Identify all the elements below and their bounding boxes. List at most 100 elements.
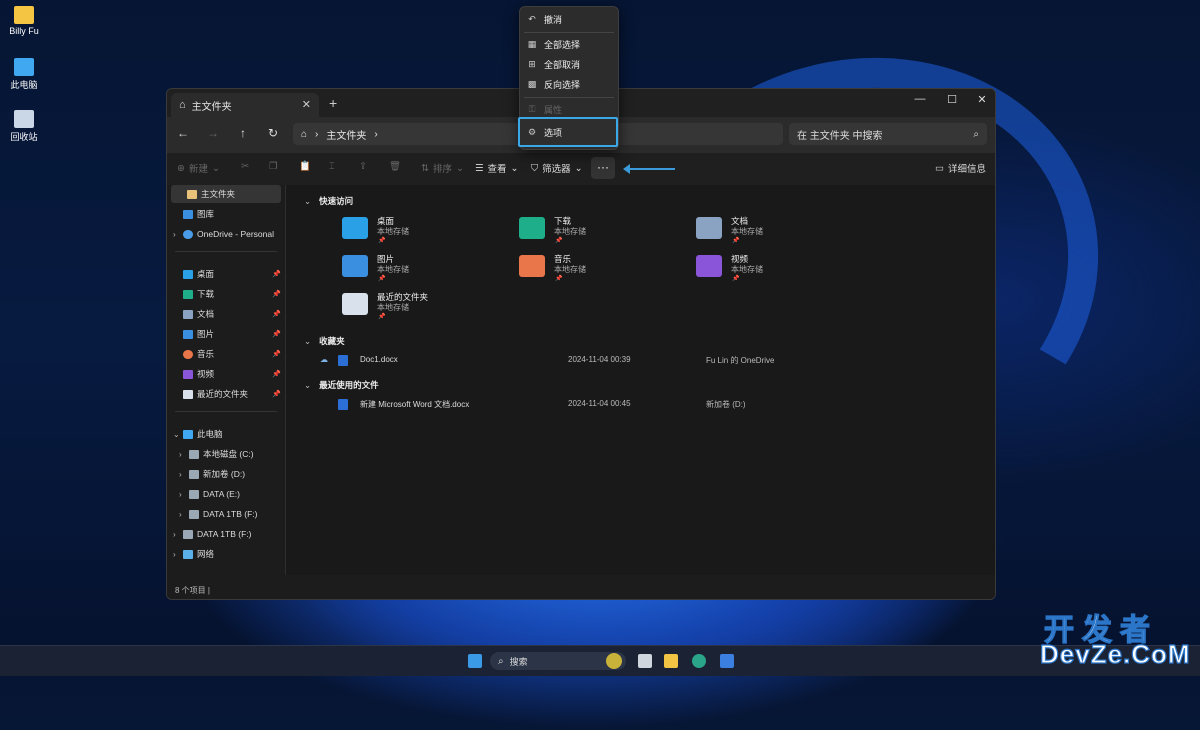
item-location: 本地存储: [554, 265, 586, 274]
rename-icon[interactable]: ⌶: [329, 161, 335, 172]
search-input[interactable]: 在 主文件夹 中搜索 ⌕: [789, 123, 987, 145]
chevron-down-icon: ⌄: [510, 162, 519, 174]
chevron-right-icon[interactable]: ›: [173, 530, 183, 539]
chevron-down-icon[interactable]: ⌄: [304, 196, 311, 207]
gallery-icon: [183, 209, 193, 219]
sidebar-item-videos[interactable]: 视频 📌: [167, 365, 285, 383]
sidebar-item-this-pc[interactable]: ⌄ 此电脑: [167, 425, 285, 443]
sidebar-item-downloads[interactable]: 下载 📌: [167, 285, 285, 303]
file-row[interactable]: ☁ Doc1.docx 2024-11-04 00:39 Fu Lin 的 On…: [300, 355, 980, 371]
forward-button[interactable]: →: [203, 126, 223, 140]
desktop-icon-user-folder[interactable]: Billy Fu: [0, 6, 54, 36]
sort-button[interactable]: ⇅ 排序 ⌄: [421, 161, 464, 176]
sidebar-item-network[interactable]: › 网络: [167, 545, 285, 563]
sidebar-item-recent-folders[interactable]: 最近的文件夹 📌: [167, 385, 285, 403]
desktop-icon-recycle-bin[interactable]: 回收站: [0, 110, 54, 143]
menu-item-invert-selection[interactable]: ▩ 反向选择: [526, 75, 612, 93]
paste-icon[interactable]: 📋: [299, 161, 311, 172]
menu-item-select-none[interactable]: ⊞ 全部取消: [526, 55, 612, 73]
up-button[interactable]: ↑: [233, 126, 253, 140]
filter-button[interactable]: ⛉ 筛选器 ⌄: [531, 161, 583, 176]
breadcrumb-home[interactable]: 主文件夹: [326, 127, 366, 142]
quick-access-item-desktop[interactable]: 桌面 本地存储 📌: [342, 213, 512, 249]
pin-icon: 📌: [555, 276, 563, 282]
minimize-button[interactable]: —: [905, 93, 935, 105]
section-recent[interactable]: ⌄ 最近使用的文件: [304, 379, 379, 391]
close-tab-icon[interactable]: ✕: [302, 98, 311, 111]
close-window-button[interactable]: ✕: [967, 93, 995, 106]
store-icon[interactable]: [720, 654, 734, 668]
chevron-right-icon[interactable]: ›: [179, 470, 189, 479]
view-button[interactable]: ☰ 查看 ⌄: [475, 161, 519, 176]
menu-item-undo[interactable]: ↶ 撤消: [526, 10, 612, 28]
menu-item-select-all[interactable]: ▦ 全部选择: [526, 35, 612, 53]
chevron-right-icon[interactable]: ›: [179, 450, 189, 459]
quick-access-item-recent-folders[interactable]: 最近的文件夹 本地存储 📌: [342, 289, 512, 325]
file-explorer-icon[interactable]: [664, 654, 678, 668]
chevron-right-icon[interactable]: ›: [173, 550, 183, 559]
new-tab-button[interactable]: +: [329, 95, 337, 111]
chevron-right-icon: ›: [315, 128, 319, 140]
search-placeholder: 在 主文件夹 中搜索: [797, 130, 883, 142]
copy-icon[interactable]: ❐: [269, 161, 278, 172]
sidebar-item-label: 此电脑: [197, 429, 223, 439]
file-row[interactable]: 新建 Microsoft Word 文档.docx 2024-11-04 00:…: [300, 399, 980, 415]
quick-access-item-documents[interactable]: 文档 本地存储 📌: [696, 213, 866, 249]
quick-access-item-music[interactable]: 音乐 本地存储 📌: [519, 251, 689, 287]
drive-icon: [183, 529, 193, 539]
item-location: 本地存储: [377, 227, 409, 236]
section-quick-access[interactable]: ⌄ 快速访问: [304, 195, 353, 207]
sidebar-item-desktop[interactable]: 桌面 📌: [167, 265, 285, 283]
task-view-icon[interactable]: [638, 654, 652, 668]
pin-icon: 📌: [272, 351, 281, 358]
chevron-right-icon[interactable]: ›: [173, 230, 183, 239]
cut-icon[interactable]: ✂: [241, 161, 249, 172]
quick-access-item-downloads[interactable]: 下载 本地存储 📌: [519, 213, 689, 249]
tab-home[interactable]: ⌂ 主文件夹 ✕: [171, 93, 319, 117]
folder-icon: [14, 6, 34, 24]
sidebar-item-drive-f[interactable]: › DATA 1TB (F:): [167, 505, 285, 523]
sidebar-item-pictures[interactable]: 图片 📌: [167, 325, 285, 343]
start-icon[interactable]: [468, 654, 482, 668]
picture-icon: [183, 329, 193, 339]
maximize-button[interactable]: ☐: [937, 93, 967, 106]
refresh-button[interactable]: ↻: [263, 126, 283, 140]
sidebar-item-documents[interactable]: 文档 📌: [167, 305, 285, 323]
sidebar-item-label: OneDrive - Personal: [197, 229, 275, 239]
sidebar-item-label: 图片: [197, 329, 215, 339]
pin-icon: 📌: [272, 331, 281, 338]
sidebar-item-gallery[interactable]: 图库: [167, 205, 285, 223]
more-options-button[interactable]: ···: [591, 157, 615, 179]
chevron-right-icon[interactable]: ›: [179, 510, 189, 519]
sidebar-item-drive-f-root[interactable]: › DATA 1TB (F:): [167, 525, 285, 543]
taskbar-search[interactable]: ⌕ 搜索: [490, 652, 626, 670]
details-pane-button[interactable]: ▭ 详细信息: [935, 161, 986, 176]
pin-icon: 📌: [272, 271, 281, 278]
file-name: Doc1.docx: [360, 355, 398, 364]
sidebar-item-drive-e[interactable]: › DATA (E:): [167, 485, 285, 503]
network-icon: [183, 549, 193, 559]
pin-icon: 📌: [272, 291, 281, 298]
back-button[interactable]: ←: [173, 126, 193, 140]
sidebar-item-drive-c[interactable]: › 本地磁盘 (C:): [167, 445, 285, 463]
sidebar-item-onedrive[interactable]: › OneDrive - Personal: [167, 225, 285, 243]
section-favorites[interactable]: ⌄ 收藏夹: [304, 335, 345, 347]
sidebar-item-home[interactable]: 主文件夹: [171, 185, 281, 203]
chevron-down-icon[interactable]: ⌄: [304, 380, 311, 391]
desktop-icon-this-pc[interactable]: 此电脑: [0, 58, 54, 91]
delete-icon[interactable]: 🗑: [389, 161, 401, 172]
quick-access-item-pictures[interactable]: 图片 本地存储 📌: [342, 251, 512, 287]
quick-access-item-videos[interactable]: 视频 本地存储 📌: [696, 251, 866, 287]
share-icon[interactable]: ⇪: [359, 161, 367, 172]
chevron-right-icon[interactable]: ›: [179, 490, 189, 499]
chevron-down-icon[interactable]: ⌄: [173, 430, 183, 439]
menu-item-properties[interactable]: ⚿ 属性: [526, 100, 612, 118]
chevron-down-icon[interactable]: ⌄: [304, 336, 311, 347]
new-button[interactable]: ⊕ 新建 ⌄: [177, 161, 220, 176]
edge-icon[interactable]: [692, 654, 706, 668]
menu-item-options[interactable]: ⚙ 选项: [518, 117, 618, 147]
section-title: 快速访问: [319, 196, 354, 206]
sidebar-item-drive-d[interactable]: › 新加卷 (D:): [167, 465, 285, 483]
sidebar-item-music[interactable]: 音乐 📌: [167, 345, 285, 363]
item-location: 本地存储: [377, 303, 409, 312]
